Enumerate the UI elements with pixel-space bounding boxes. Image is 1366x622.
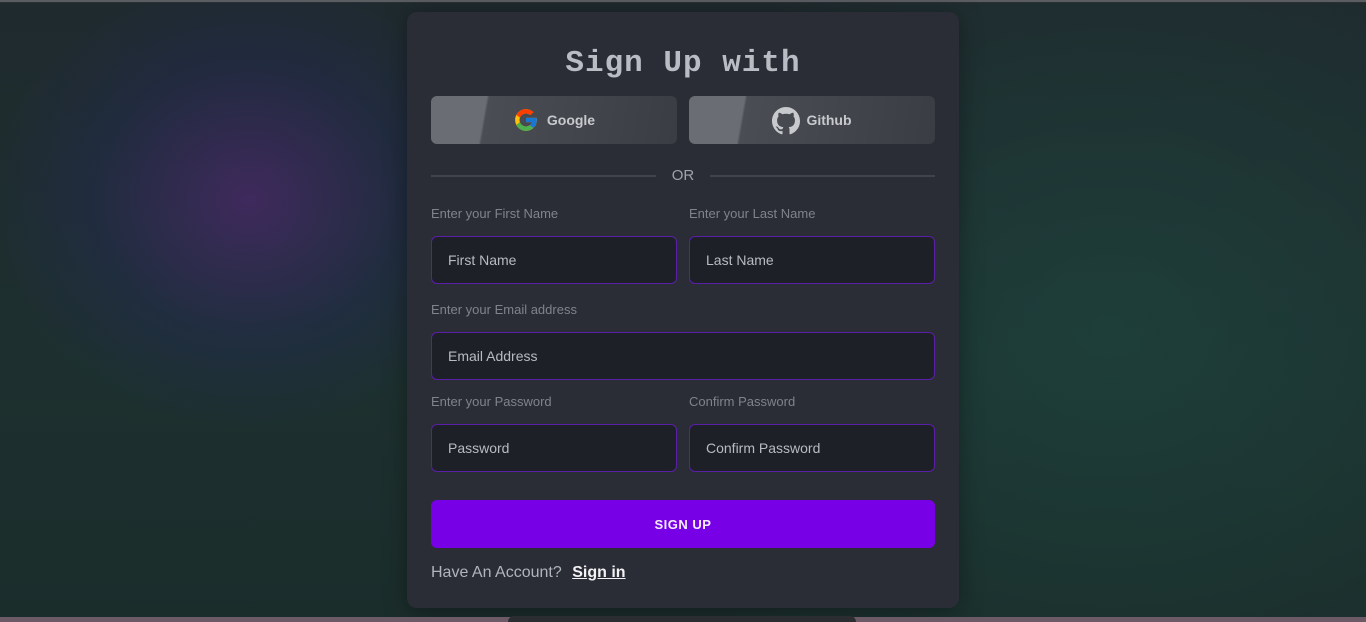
email-label: Enter your Email address xyxy=(431,302,577,317)
signin-link[interactable]: Sign in xyxy=(572,564,625,581)
github-icon xyxy=(772,107,801,135)
password-input[interactable] xyxy=(431,424,677,472)
confirm-password-label: Confirm Password xyxy=(689,394,796,409)
google-icon xyxy=(513,107,539,133)
account-prompt-row: Have An Account? Sign in xyxy=(431,562,626,584)
github-button-label: Github xyxy=(806,112,852,128)
signup-card: Sign Up with Google Github OR Enter your… xyxy=(407,12,959,608)
password-label: Enter your Password xyxy=(431,394,552,409)
or-divider: OR xyxy=(431,166,935,186)
account-prompt-text: Have An Account? xyxy=(431,564,562,581)
last-name-input[interactable] xyxy=(689,236,935,284)
page-title: Sign Up with xyxy=(565,46,801,81)
bottom-overlay-tab xyxy=(508,616,856,622)
divider-line-right xyxy=(710,175,935,177)
google-signup-button[interactable]: Google xyxy=(431,96,677,144)
email-input[interactable] xyxy=(431,332,935,380)
confirm-password-input[interactable] xyxy=(689,424,935,472)
window-top-border xyxy=(0,0,1366,3)
first-name-label: Enter your First Name xyxy=(431,206,559,221)
signup-button[interactable]: SIGN UP xyxy=(431,500,935,548)
last-name-label: Enter your Last Name xyxy=(689,206,816,221)
google-button-label: Google xyxy=(546,112,596,128)
github-signup-button[interactable]: Github xyxy=(689,96,935,144)
first-name-input[interactable] xyxy=(431,236,677,284)
